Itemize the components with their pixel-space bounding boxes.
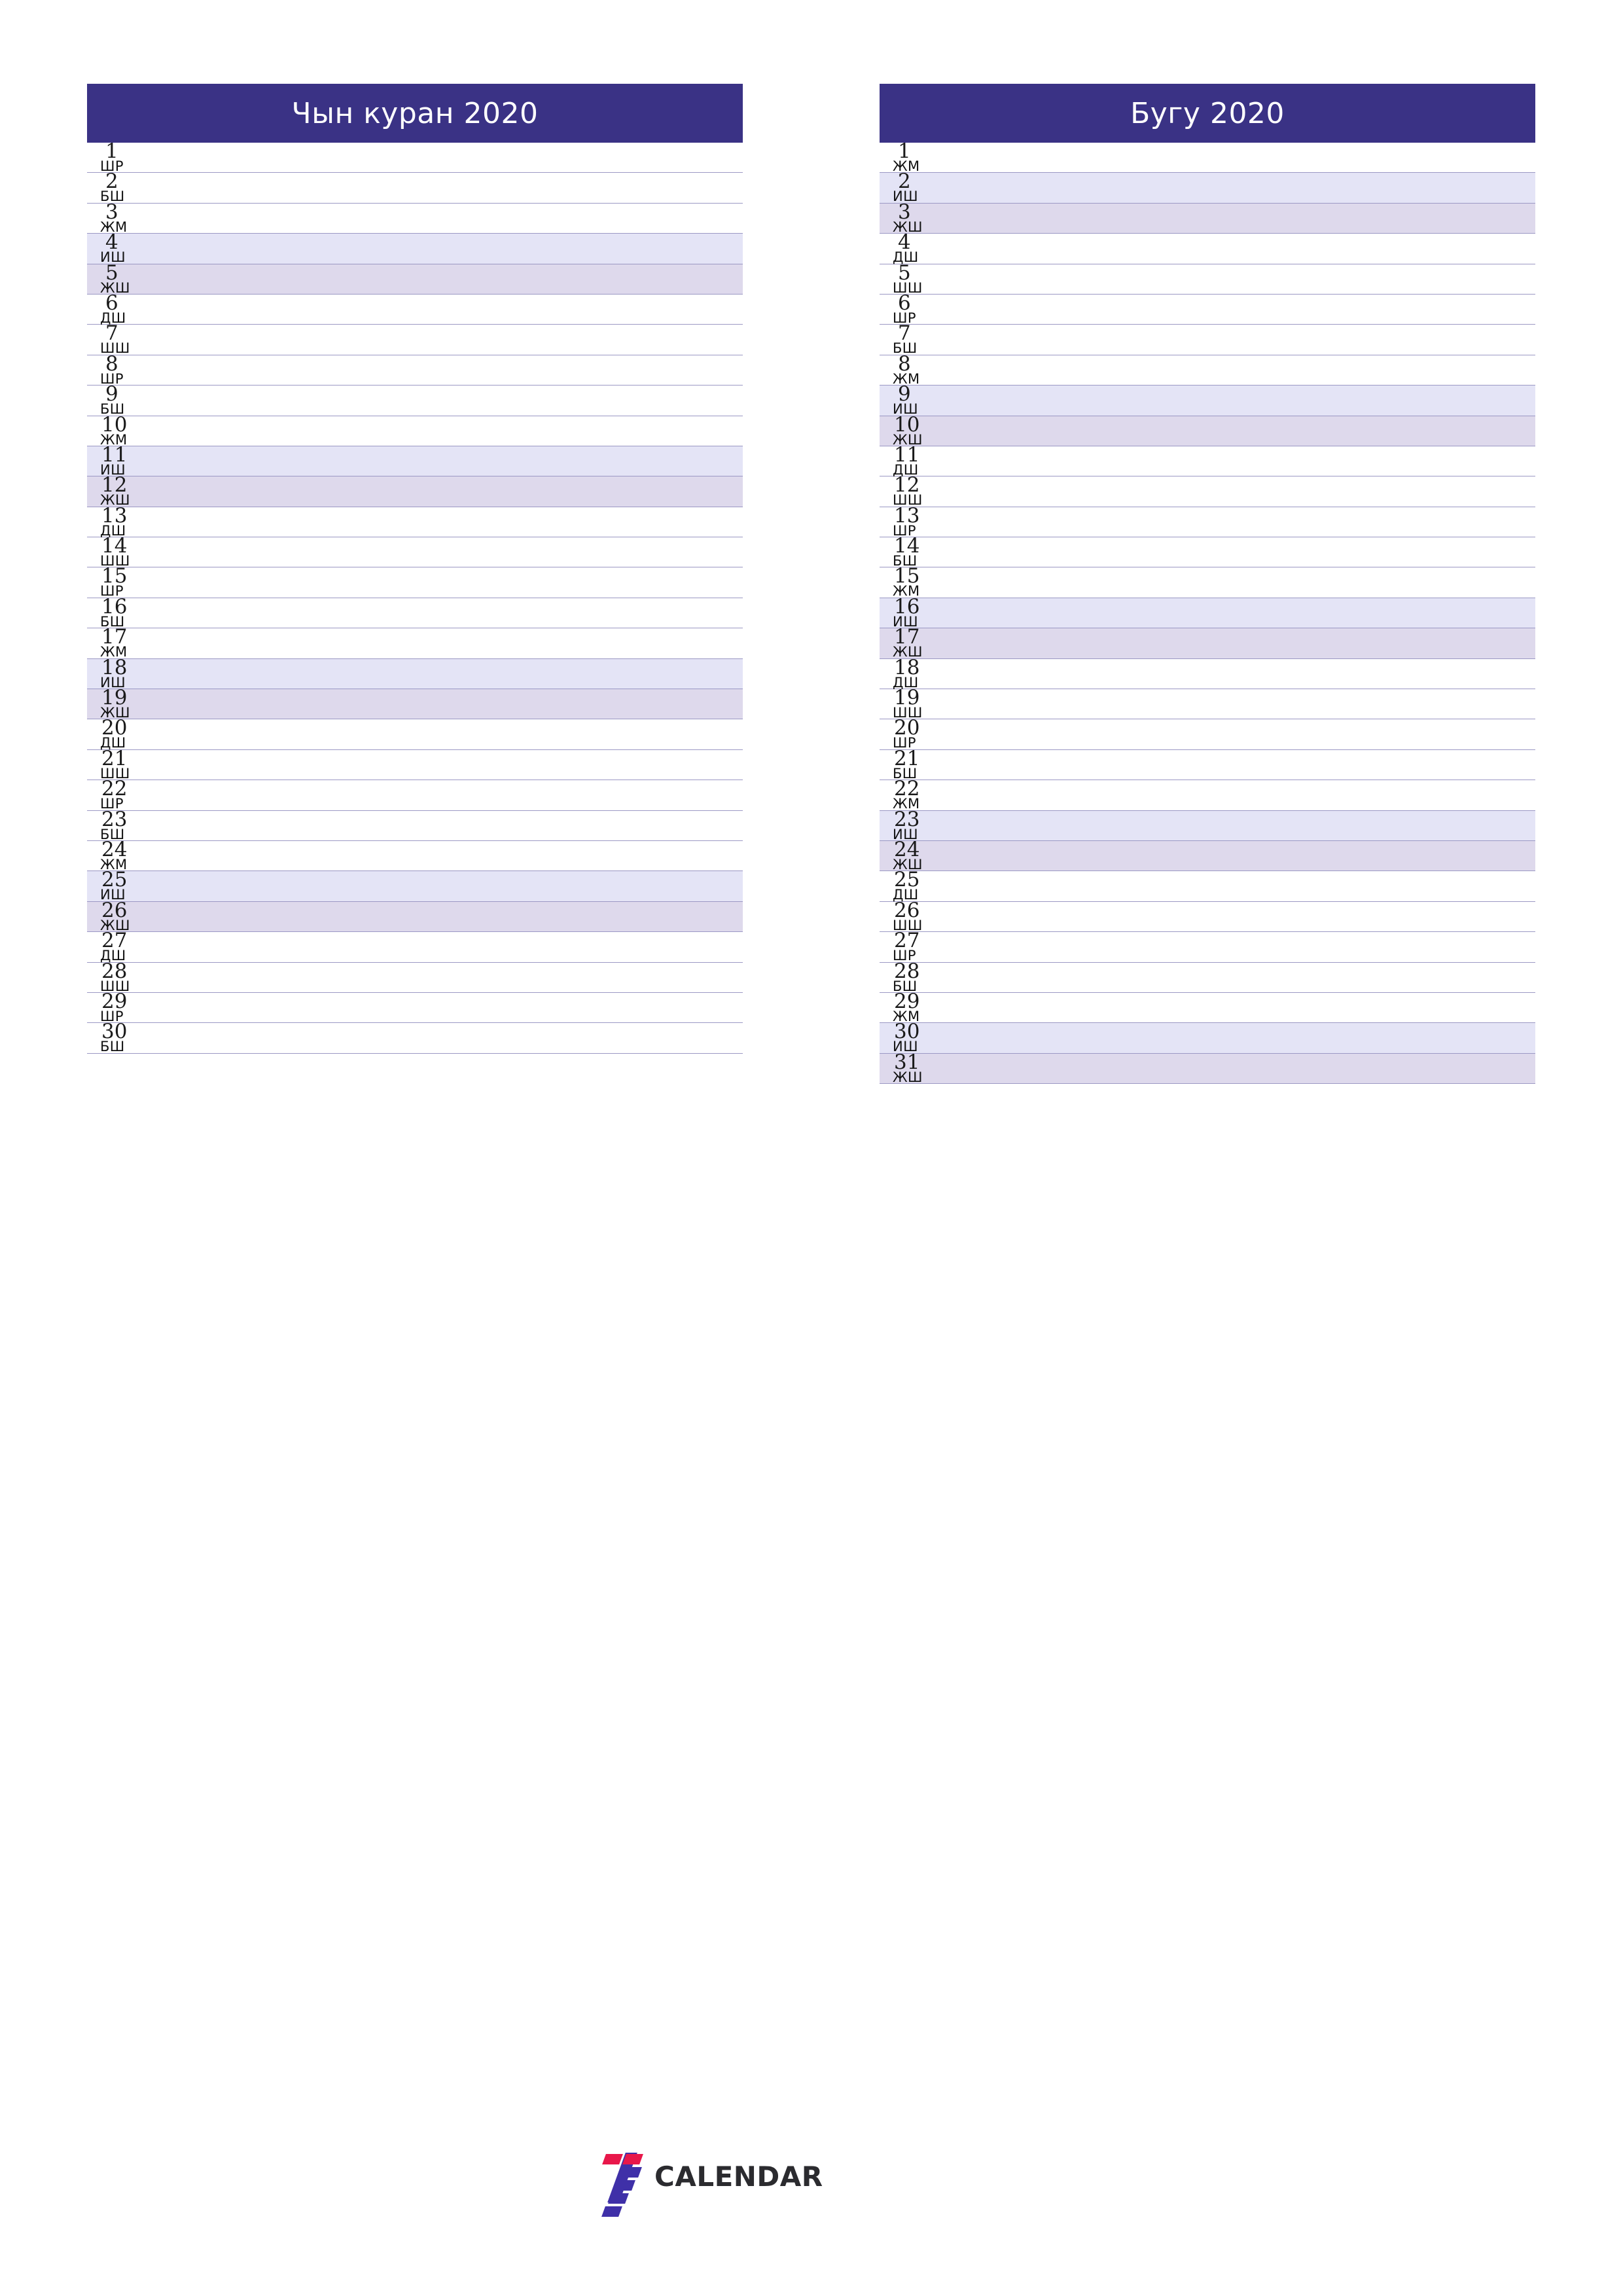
day-row[interactable]: 5 ШШ xyxy=(880,262,1535,295)
day-row[interactable]: 1 ШР xyxy=(87,141,743,173)
day-row[interactable]: 13 ШР xyxy=(880,505,1535,537)
brand-logo-text: CALENDAR xyxy=(654,2160,823,2193)
day-row[interactable]: 12 ШШ xyxy=(880,475,1535,507)
day-row[interactable]: 18 ДШ xyxy=(880,657,1535,689)
day-row[interactable]: 24 ЖШ xyxy=(880,839,1535,871)
day-row[interactable]: 16 ИШ xyxy=(880,596,1535,628)
day-row[interactable]: 27 ШР xyxy=(880,931,1535,963)
day-row[interactable]: 21 БШ xyxy=(880,748,1535,780)
day-row[interactable]: 19 ШШ xyxy=(880,688,1535,720)
day-row[interactable]: 23 БШ xyxy=(87,809,743,841)
day-row[interactable]: 30 БШ xyxy=(87,1022,743,1055)
day-row[interactable]: 7 ШШ xyxy=(87,323,743,355)
day-row[interactable]: 21 ШШ xyxy=(87,748,743,780)
day-row[interactable]: 18 ИШ xyxy=(87,657,743,689)
month-title-right: Бугу 2020 xyxy=(880,84,1535,143)
day-row[interactable]: 1 ЖМ xyxy=(880,141,1535,173)
day-row[interactable]: 14 ШШ xyxy=(87,536,743,568)
day-row[interactable]: 12 ЖШ xyxy=(87,475,743,507)
day-row[interactable]: 30 ИШ xyxy=(880,1022,1535,1054)
day-row[interactable]: 22 ШР xyxy=(87,779,743,811)
day-row[interactable]: 13 ДШ xyxy=(87,505,743,537)
day-row[interactable]: 8 ЖМ xyxy=(880,353,1535,386)
day-row[interactable]: 28 БШ xyxy=(880,961,1535,993)
day-row[interactable]: 19 ЖШ xyxy=(87,688,743,720)
day-row[interactable]: 4 ДШ xyxy=(880,232,1535,264)
day-row[interactable]: 24 ЖМ xyxy=(87,839,743,871)
day-row[interactable]: 15 ЖМ xyxy=(880,566,1535,598)
day-row[interactable]: 11 ИШ xyxy=(87,444,743,476)
day-row[interactable]: 9 БШ xyxy=(87,384,743,416)
month-column-right: Бугу 2020 1 ЖМ 2 ИШ 3 ЖШ 4 ДШ 5 ШШ 6 ШР 7 БШ 8 ЖМ 9 ИШ 10 Ж… xyxy=(880,84,1535,2263)
day-list-right: 1 ЖМ 2 ИШ 3 ЖШ 4 ДШ 5 ШШ 6 ШР 7 БШ 8 ЖМ 9 ИШ 10 ЖШ 11 ДШ 12 ШШ 1… xyxy=(880,141,1535,1085)
day-row[interactable]: 26 ШШ xyxy=(880,900,1535,932)
day-row[interactable]: 7 БШ xyxy=(880,323,1535,355)
day-row[interactable]: 23 ИШ xyxy=(880,809,1535,841)
day-row[interactable]: 10 ЖШ xyxy=(880,414,1535,446)
day-row[interactable]: 29 ШР xyxy=(87,991,743,1023)
day-row[interactable]: 20 ШР xyxy=(880,718,1535,750)
day-row[interactable]: 29 ЖМ xyxy=(880,991,1535,1023)
day-row[interactable]: 8 ШР xyxy=(87,353,743,386)
day-row[interactable]: 11 ДШ xyxy=(880,444,1535,476)
day-weekday: ЖШ xyxy=(893,1069,923,1085)
day-list-left: 1 ШР 2 БШ 3 ЖМ 4 ИШ 5 ЖШ 6 ДШ 7 ШШ 8 ШР 9 БШ 10 ЖМ 11 ИШ 12 ЖШ 1… xyxy=(87,141,743,1055)
day-row[interactable]: 2 БШ xyxy=(87,171,743,204)
day-row[interactable]: 4 ИШ xyxy=(87,232,743,264)
day-row[interactable]: 6 ДШ xyxy=(87,293,743,325)
month-columns: Чын куран 2020 1 ШР 2 БШ 3 ЖМ 4 ИШ 5 ЖШ 6 ДШ 7 ШШ 8 ШР 9… xyxy=(87,84,1535,2263)
day-row[interactable]: 25 ДШ xyxy=(880,870,1535,902)
day-row[interactable]: 22 ЖМ xyxy=(880,779,1535,811)
day-row[interactable]: 17 ЖШ xyxy=(880,627,1535,659)
day-row[interactable]: 20 ДШ xyxy=(87,718,743,750)
day-row[interactable]: 28 ШШ xyxy=(87,961,743,993)
day-row[interactable]: 2 ИШ xyxy=(880,171,1535,204)
day-row[interactable]: 27 ДШ xyxy=(87,931,743,963)
month-column-left: Чын куран 2020 1 ШР 2 БШ 3 ЖМ 4 ИШ 5 ЖШ 6 ДШ 7 ШШ 8 ШР 9… xyxy=(87,84,743,2263)
day-row[interactable]: 16 БШ xyxy=(87,596,743,628)
planner-page: Чын куран 2020 1 ШР 2 БШ 3 ЖМ 4 ИШ 5 ЖШ 6 ДШ 7 ШШ 8 ШР 9… xyxy=(0,0,1623,2296)
day-row[interactable]: 14 БШ xyxy=(880,536,1535,568)
day-row[interactable]: 31 ЖШ xyxy=(880,1052,1535,1085)
day-weekday: БШ xyxy=(100,1039,125,1055)
day-row[interactable]: 15 ШР xyxy=(87,566,743,598)
month-title-left: Чын куран 2020 xyxy=(87,84,743,143)
seven-stripes-icon xyxy=(586,2151,647,2217)
day-row[interactable]: 10 ЖМ xyxy=(87,414,743,446)
day-row[interactable]: 5 ЖШ xyxy=(87,262,743,295)
day-row[interactable]: 6 ШР xyxy=(880,293,1535,325)
day-row[interactable]: 25 ИШ xyxy=(87,870,743,902)
day-row[interactable]: 9 ИШ xyxy=(880,384,1535,416)
day-row[interactable]: 3 ЖМ xyxy=(87,202,743,234)
brand-logo: CALENDAR xyxy=(586,2148,823,2217)
day-row[interactable]: 3 ЖШ xyxy=(880,202,1535,234)
day-row[interactable]: 26 ЖШ xyxy=(87,900,743,932)
day-row[interactable]: 17 ЖМ xyxy=(87,627,743,659)
